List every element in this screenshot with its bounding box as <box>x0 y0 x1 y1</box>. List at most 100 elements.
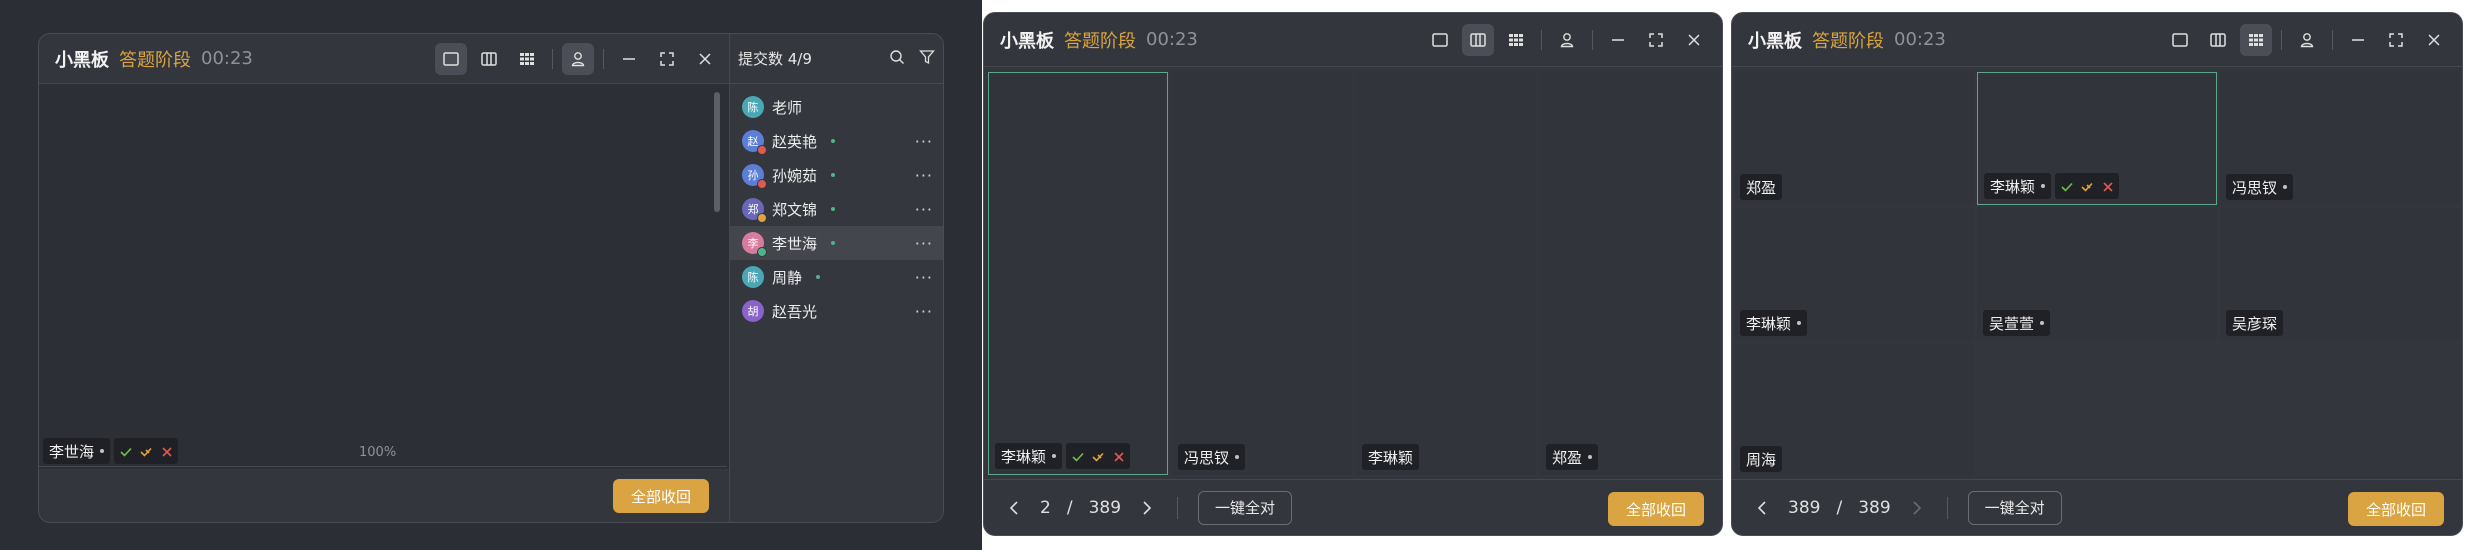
student-tile[interactable]: 李琳颖 <box>1734 208 1974 341</box>
next-page-icon[interactable] <box>1137 498 1157 518</box>
more-icon[interactable]: ··· <box>915 166 933 185</box>
avatar: 郑 <box>742 198 767 223</box>
collect-all-button[interactable]: 全部收回 <box>612 479 709 513</box>
status-badge <box>757 179 767 189</box>
user-icon[interactable] <box>1551 24 1583 56</box>
cross-icon[interactable] <box>1114 447 1124 466</box>
student-tile[interactable]: 冯思钗 <box>2220 72 2460 205</box>
minimize-icon[interactable] <box>2342 24 2374 56</box>
collect-all-button[interactable]: 全部收回 <box>1607 492 1704 526</box>
toolbar-divider <box>1592 30 1593 50</box>
student-name: 李琳颖 <box>995 443 1063 469</box>
toolbar <box>2164 24 2450 56</box>
page-separator: / <box>1836 497 1843 518</box>
check-icon[interactable] <box>2061 177 2073 196</box>
blackboard-panel-single: 小黑板 答题阶段 00:23 李世海 100% 全部收回 提交数 4/9 陈 老… <box>38 33 944 523</box>
more-icon[interactable]: ··· <box>915 302 933 321</box>
stage-label: 答题阶段 <box>1812 30 1884 52</box>
footer: 2 / 389 一键全对 全部收回 <box>984 479 1722 535</box>
filter-icon[interactable] <box>919 49 935 69</box>
student-label: 李琳颖 <box>995 443 1131 469</box>
cross-icon[interactable] <box>2103 177 2113 196</box>
layout-columns-button[interactable] <box>2202 24 2234 56</box>
student-tile[interactable]: 李琳颖 <box>988 72 1168 475</box>
scrollbar[interactable] <box>714 92 720 212</box>
close-icon[interactable] <box>689 43 721 75</box>
minimize-icon[interactable] <box>613 43 645 75</box>
half-check-icon[interactable] <box>1092 447 1106 466</box>
canvas-area[interactable]: 李世海 100% <box>39 84 729 469</box>
cross-icon[interactable] <box>162 442 172 461</box>
close-icon[interactable] <box>2418 24 2450 56</box>
participant-item[interactable]: 胡赵吾光 ··· <box>730 294 943 328</box>
student-tile[interactable]: 郑盈 <box>1540 72 1720 475</box>
student-tile[interactable]: 吴萱萱 <box>1977 208 2217 341</box>
participant-item[interactable]: 陈周静 ··· <box>730 260 943 294</box>
check-icon[interactable] <box>120 442 132 461</box>
student-tile[interactable]: 冯思钗 <box>1172 72 1352 475</box>
participant-item[interactable]: 郑郑文锦 ··· <box>730 192 943 226</box>
user-icon[interactable] <box>562 43 594 75</box>
student-name: 李琳颖 <box>1362 444 1420 470</box>
total-pages: 389 <box>1088 497 1122 518</box>
toolbar-divider <box>2332 30 2333 50</box>
next-page-icon[interactable] <box>1907 498 1927 518</box>
more-icon[interactable]: ··· <box>915 200 933 219</box>
pagination: 2 / 389 一键全对 <box>1004 490 1293 525</box>
user-icon[interactable] <box>2291 24 2323 56</box>
half-check-icon[interactable] <box>140 442 154 461</box>
fullscreen-icon[interactable] <box>1640 24 1672 56</box>
avatar: 陈 <box>742 96 764 118</box>
layout-columns-button[interactable] <box>473 43 505 75</box>
close-icon[interactable] <box>1678 24 1710 56</box>
fullscreen-icon[interactable] <box>2380 24 2412 56</box>
footer-divider <box>1177 496 1179 519</box>
student-tile[interactable]: 李琳颖 <box>1356 72 1536 475</box>
search-icon[interactable] <box>889 49 905 69</box>
footer: 389 / 389 一键全对 全部收回 <box>1732 479 2462 535</box>
student-label: 郑盈 <box>1740 174 1783 200</box>
all-correct-button[interactable]: 一键全对 <box>1967 490 2062 525</box>
panel-title: 小黑板 <box>1748 30 1802 52</box>
half-check-icon[interactable] <box>2081 177 2095 196</box>
all-correct-button[interactable]: 一键全对 <box>1198 490 1293 525</box>
more-icon[interactable]: ··· <box>915 268 933 287</box>
student-tile[interactable]: 周海 <box>1734 344 1974 477</box>
student-name: 李琳颖 <box>1740 310 1808 336</box>
student-tile[interactable]: 郑盈 <box>1734 72 1974 205</box>
panel-title: 小黑板 <box>1000 30 1054 52</box>
participant-item[interactable]: 孙孙婉茹 ··· <box>730 158 943 192</box>
online-dot <box>831 241 836 245</box>
toolbar <box>1424 24 1710 56</box>
prev-page-icon[interactable] <box>1004 498 1024 518</box>
prev-page-icon[interactable] <box>1752 498 1772 518</box>
status-badge <box>757 145 767 155</box>
participant-item[interactable]: 赵赵英艳 ··· <box>730 124 943 158</box>
title-bar: 小黑板 答题阶段 00:23 <box>1732 13 2462 67</box>
participant-item[interactable]: 李李世海 ··· <box>730 226 943 260</box>
minimize-icon[interactable] <box>1602 24 1634 56</box>
fullscreen-icon[interactable] <box>651 43 683 75</box>
zoom-level: 100% <box>359 445 397 460</box>
layout-grid-button[interactable] <box>2240 24 2272 56</box>
toolbar-divider <box>2281 30 2282 50</box>
toolbar-divider <box>552 49 553 69</box>
participant-item[interactable]: 陈老师 <box>730 90 943 124</box>
collect-all-button[interactable]: 全部收回 <box>2347 492 2444 526</box>
student-label: 冯思钗 <box>1178 444 1246 470</box>
toolbar <box>435 43 721 75</box>
more-icon[interactable]: ··· <box>915 132 933 151</box>
student-tile[interactable]: 吴彦琛 <box>2220 208 2460 341</box>
student-tile[interactable]: 李琳颖 <box>1977 72 2217 205</box>
layout-grid-button[interactable] <box>1500 24 1532 56</box>
student-name: 周海 <box>1740 446 1783 472</box>
layout-single-button[interactable] <box>2164 24 2196 56</box>
check-icon[interactable] <box>1072 447 1084 466</box>
layout-single-button[interactable] <box>435 43 467 75</box>
student-label: 李世海 <box>43 438 179 464</box>
participant-name: 赵英艳 <box>772 132 818 151</box>
more-icon[interactable]: ··· <box>915 234 933 253</box>
layout-single-button[interactable] <box>1424 24 1456 56</box>
layout-columns-button[interactable] <box>1462 24 1494 56</box>
layout-grid-button[interactable] <box>511 43 543 75</box>
